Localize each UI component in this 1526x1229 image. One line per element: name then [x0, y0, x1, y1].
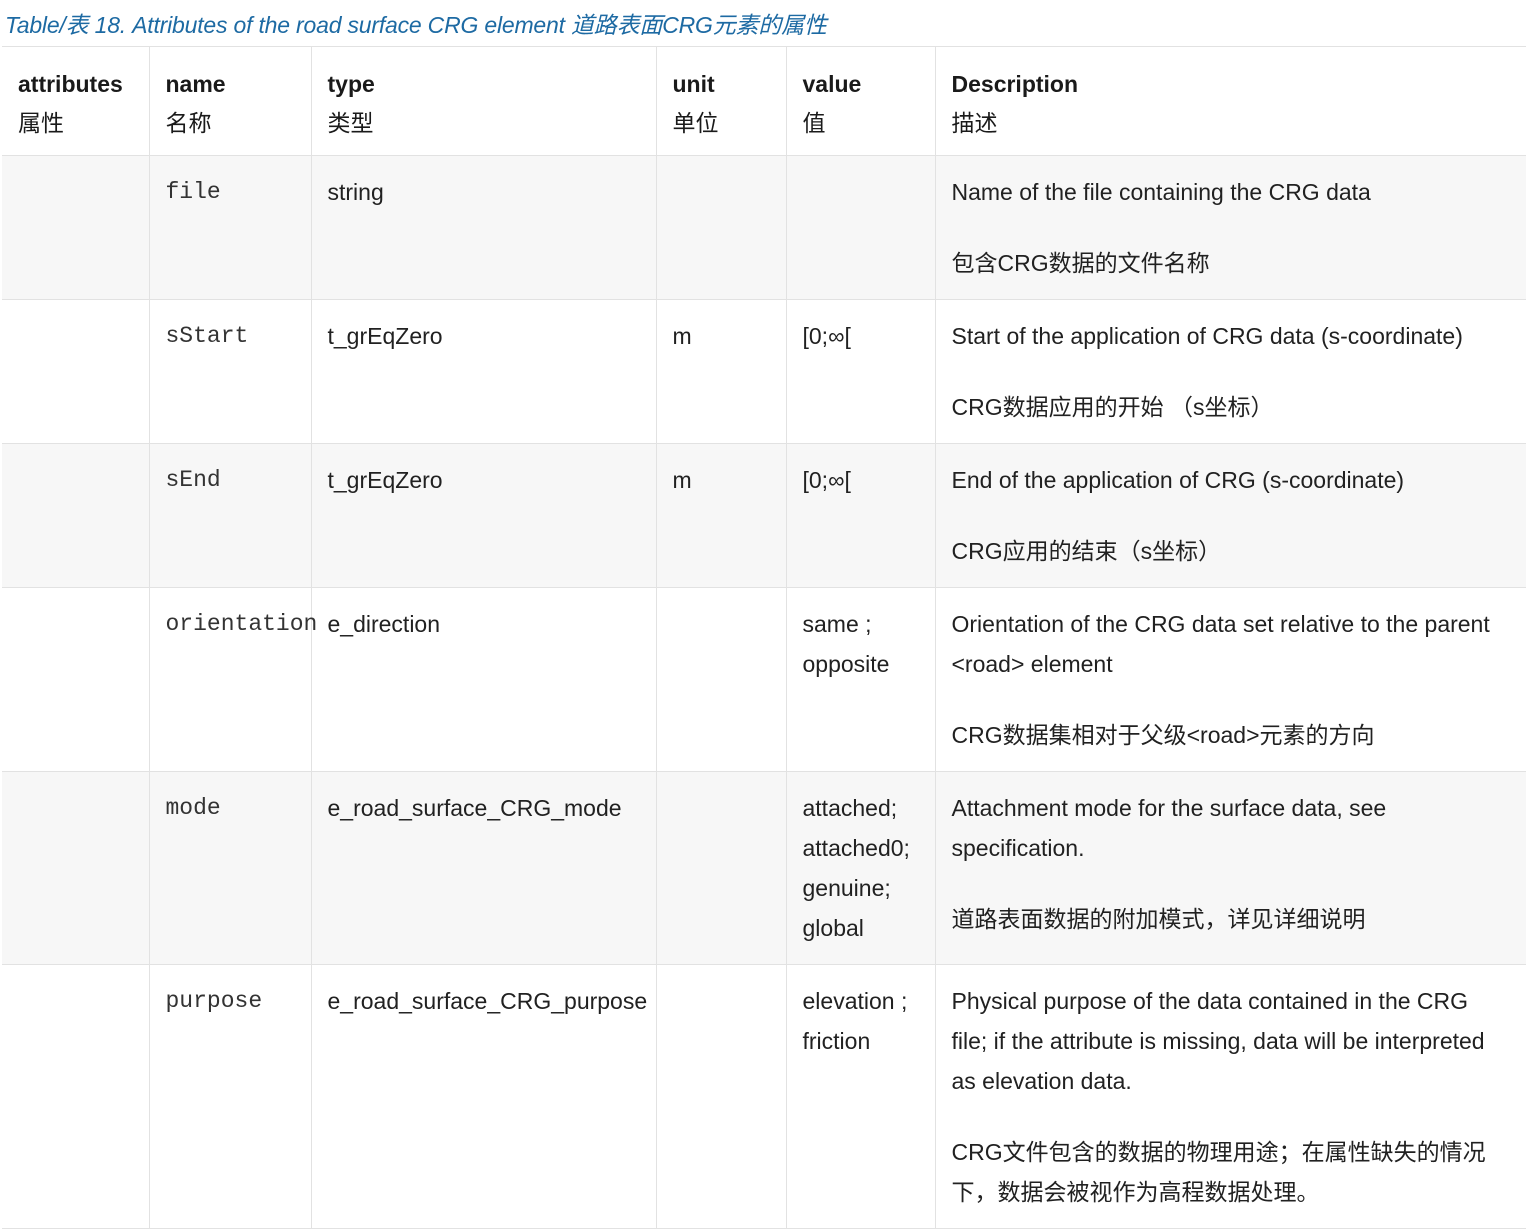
header-label-en: attributes — [18, 71, 123, 97]
cell-unit — [656, 771, 787, 965]
cell-name: mode — [149, 771, 312, 965]
description-cn: CRG数据应用的开始 （s坐标） — [951, 394, 1274, 420]
header-attributes: attributes 属性 — [2, 46, 150, 156]
table-row-sstart: sStart t_grEqZero m [0;∞[ Start of the a… — [2, 299, 1526, 444]
cell-unit — [656, 155, 787, 300]
cell-description: End of the application of CRG (s-coordin… — [935, 443, 1526, 588]
header-label-cn: 名称 — [165, 111, 212, 137]
cell-name: purpose — [149, 964, 312, 1229]
cell-value: same ; opposite — [786, 587, 936, 772]
cell-attributes — [2, 587, 150, 772]
description-en: Orientation of the CRG data set relative… — [951, 611, 1490, 677]
header-label-en: unit — [672, 71, 715, 97]
cell-type: t_grEqZero — [311, 443, 657, 588]
cell-attributes — [2, 155, 150, 300]
value-line: friction — [802, 1028, 871, 1054]
header-label-cn: 单位 — [672, 111, 719, 137]
header-label-cn: 值 — [802, 111, 826, 137]
header-type: type 类型 — [311, 46, 657, 156]
cell-description: Attachment mode for the surface data, se… — [935, 771, 1526, 965]
cell-value: [0;∞[ — [786, 299, 936, 444]
header-label-cn: 描述 — [951, 111, 998, 137]
cell-type: t_grEqZero — [311, 299, 657, 444]
cell-attributes — [2, 771, 150, 965]
cell-type: e_road_surface_CRG_mode — [311, 771, 657, 965]
value-line: attached; — [802, 795, 898, 821]
cell-name: sEnd — [149, 443, 312, 588]
header-unit: unit 单位 — [656, 46, 787, 156]
cell-name: file — [149, 155, 312, 300]
value-line: attached0; — [802, 835, 910, 861]
description-cn: CRG文件包含的数据的物理用途；在属性缺失的情况下，数据会被视作为高程数据处理。 — [951, 1139, 1486, 1205]
value-line: same ; — [802, 611, 872, 637]
cell-value: elevation ; friction — [786, 964, 936, 1229]
cell-unit: m — [656, 299, 787, 444]
header-label-en: name — [165, 71, 226, 97]
cell-description: Name of the file containing the CRG data… — [935, 155, 1526, 300]
cell-attributes — [2, 443, 150, 588]
cell-type: string — [311, 155, 657, 300]
description-en: End of the application of CRG (s-coordin… — [951, 467, 1405, 493]
description-en: Physical purpose of the data contained i… — [951, 988, 1485, 1094]
attributes-table: attributes 属性 name 名称 type 类型 unit 单位 va… — [2, 46, 1526, 1229]
header-row: attributes 属性 name 名称 type 类型 unit 单位 va… — [2, 46, 1526, 156]
cell-type: e_direction — [311, 587, 657, 772]
cell-value — [786, 155, 936, 300]
header-name: name 名称 — [149, 46, 312, 156]
cell-name: sStart — [149, 299, 312, 444]
table-row-mode: mode e_road_surface_CRG_mode attached; a… — [2, 771, 1526, 965]
value-line: genuine; — [802, 875, 891, 901]
description-cn: 包含CRG数据的文件名称 — [951, 250, 1210, 276]
value-line: global — [802, 915, 864, 941]
value-line: [0;∞[ — [802, 467, 851, 493]
table-row-orientation: orientation e_direction same ; opposite … — [2, 587, 1526, 772]
description-en: Attachment mode for the surface data, se… — [951, 795, 1387, 861]
description-cn: CRG数据集相对于父级<road>元素的方向 — [951, 722, 1375, 748]
header-label-cn: 类型 — [327, 111, 374, 137]
description-cn: CRG应用的结束（s坐标） — [951, 538, 1222, 564]
description-en: Name of the file containing the CRG data — [951, 179, 1371, 205]
header-label-en: Description — [951, 71, 1079, 97]
cell-type: e_road_surface_CRG_purpose — [311, 964, 657, 1229]
cell-attributes — [2, 964, 150, 1229]
value-line: elevation ; — [802, 988, 908, 1014]
cell-description: Start of the application of CRG data (s-… — [935, 299, 1526, 444]
table-row-send: sEnd t_grEqZero m [0;∞[ End of the appli… — [2, 443, 1526, 588]
cell-unit — [656, 587, 787, 772]
value-line: [0;∞[ — [802, 323, 851, 349]
table-caption: Table/表 18. Attributes of the road surfa… — [5, 12, 827, 38]
cell-description: Physical purpose of the data contained i… — [935, 964, 1526, 1229]
cell-name: orientation — [149, 587, 317, 772]
cell-value: attached; attached0; genuine; global — [786, 771, 936, 965]
cell-description: Orientation of the CRG data set relative… — [935, 587, 1526, 772]
header-label-en: type — [327, 71, 375, 97]
cell-attributes — [2, 299, 150, 444]
table-row-file: file string Name of the file containing … — [2, 155, 1526, 300]
header-label-cn: 属性 — [18, 111, 64, 137]
header-label-en: value — [802, 71, 862, 97]
description-en: Start of the application of CRG data (s-… — [951, 323, 1463, 349]
cell-unit: m — [656, 443, 787, 588]
cell-value: [0;∞[ — [786, 443, 936, 588]
table-row-purpose: purpose e_road_surface_CRG_purpose eleva… — [2, 964, 1526, 1229]
header-value: value 值 — [786, 46, 936, 156]
header-description: Description 描述 — [935, 46, 1526, 156]
value-line: opposite — [802, 651, 890, 677]
description-cn: 道路表面数据的附加模式，详见详细说明 — [951, 906, 1366, 932]
cell-unit — [656, 964, 787, 1229]
